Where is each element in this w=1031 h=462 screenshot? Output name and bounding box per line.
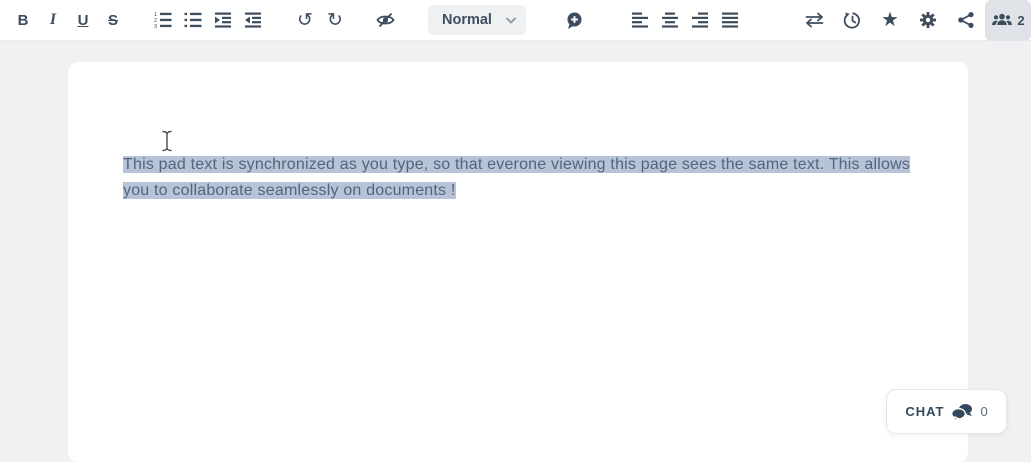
align-left-button[interactable] — [625, 5, 655, 35]
users-group-icon — [992, 13, 1013, 25]
selected-text: This pad text is synchronized as you typ… — [123, 156, 911, 199]
chat-bubbles-icon — [951, 403, 973, 421]
undo-button[interactable]: ↺ — [290, 5, 320, 35]
redo-icon: ↻ — [327, 9, 343, 31]
swap-arrows-icon — [805, 12, 823, 28]
star-icon: ★ — [881, 9, 899, 31]
import-export-button[interactable] — [795, 5, 833, 35]
redo-button[interactable]: ↻ — [320, 5, 350, 35]
undo-icon: ↺ — [297, 9, 313, 31]
unordered-list-button[interactable] — [178, 5, 208, 35]
align-center-button[interactable] — [655, 5, 685, 35]
underline-icon: U — [77, 11, 89, 29]
chevron-down-icon — [506, 17, 516, 24]
italic-icon: I — [49, 11, 57, 28]
chat-button[interactable]: CHAT 0 — [886, 389, 1007, 434]
strikethrough-icon: S — [107, 11, 118, 29]
align-left-icon — [632, 12, 648, 28]
text-cursor-icon — [162, 130, 172, 152]
italic-button[interactable]: I — [38, 5, 68, 35]
connected-users-button[interactable]: 2 — [985, 0, 1031, 41]
chat-count: 0 — [980, 404, 988, 419]
toolbar-right-group: ★ 2 — [795, 0, 1031, 41]
favorite-button[interactable]: ★ — [871, 5, 909, 35]
history-clock-icon — [843, 11, 860, 29]
pad-paragraph[interactable]: This pad text is synchronized as you typ… — [123, 152, 915, 203]
outdent-icon — [245, 12, 261, 28]
svg-text:3: 3 — [154, 24, 157, 29]
chat-label: CHAT — [905, 404, 945, 419]
ordered-list-icon: 1 2 3 — [154, 12, 172, 29]
gear-icon — [920, 12, 936, 28]
share-button[interactable] — [947, 5, 985, 35]
style-dropdown[interactable]: Normal — [428, 5, 526, 35]
unordered-list-icon — [184, 12, 202, 28]
align-center-icon — [662, 12, 678, 28]
align-right-button[interactable] — [685, 5, 715, 35]
align-justify-icon — [722, 12, 738, 28]
editor-pad[interactable]: This pad text is synchronized as you typ… — [68, 62, 968, 462]
indent-icon — [215, 12, 231, 28]
bold-button[interactable]: B — [8, 5, 38, 35]
users-count: 2 — [1017, 12, 1025, 28]
style-dropdown-value: Normal — [442, 12, 492, 28]
share-icon — [958, 12, 974, 28]
align-right-icon — [692, 12, 708, 28]
indent-button[interactable] — [208, 5, 238, 35]
hide-authorship-colors-button[interactable] — [370, 5, 400, 35]
toolbar: B I U S 1 2 3 ↺ ↻ Normal ★ 2 — [0, 0, 1031, 41]
outdent-button[interactable] — [238, 5, 268, 35]
settings-button[interactable] — [909, 5, 947, 35]
comment-plus-icon — [567, 12, 581, 29]
align-justify-button[interactable] — [715, 5, 745, 35]
add-comment-button[interactable] — [559, 5, 589, 35]
ordered-list-button[interactable]: 1 2 3 — [148, 5, 178, 35]
bold-icon: B — [17, 11, 29, 29]
eye-off-icon — [375, 12, 395, 28]
underline-button[interactable]: U — [68, 5, 98, 35]
history-button[interactable] — [833, 5, 871, 35]
strikethrough-button[interactable]: S — [98, 5, 128, 35]
